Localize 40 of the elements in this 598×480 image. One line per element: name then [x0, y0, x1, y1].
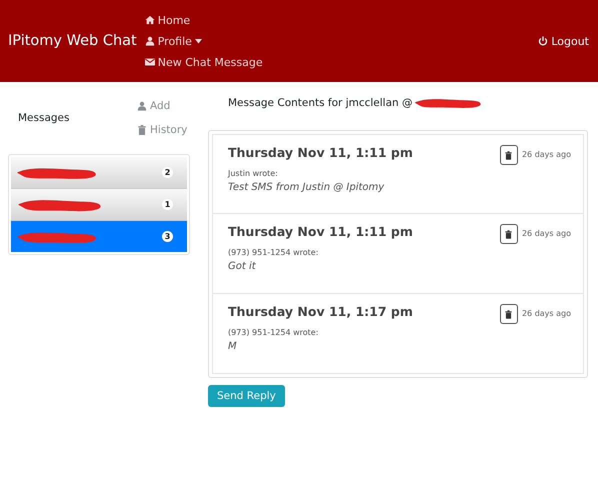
delete-button[interactable]	[500, 224, 518, 244]
conversation-item[interactable]: 3	[11, 221, 187, 252]
nav-link[interactable]: New Chat Message	[144, 56, 263, 68]
trash-icon	[505, 230, 512, 238]
messages-title: Messages	[17, 112, 70, 124]
trash-icon	[505, 310, 512, 318]
trash-icon	[505, 150, 512, 160]
message-date: Thursday Nov 11, 1:11 pm	[228, 224, 414, 239]
home-icon	[144, 15, 155, 25]
message-age: 26 days ago	[522, 309, 571, 318]
envelope-icon	[144, 57, 155, 67]
message-text: Test SMS from Justin @ Ipitomy	[228, 182, 386, 193]
conversation-item[interactable]: 2	[11, 157, 187, 189]
message-author: Justin wrote:	[228, 169, 279, 178]
delete-button[interactable]	[500, 145, 518, 165]
logout-link[interactable]: Logout	[538, 34, 589, 48]
trash-icon	[137, 125, 147, 135]
count-badge: 1	[162, 199, 173, 210]
power-icon	[538, 36, 548, 46]
message-date: Thursday Nov 11, 1:17 pm	[228, 304, 414, 319]
action-link[interactable]: History	[137, 124, 188, 136]
conversation-item[interactable]: 1	[11, 189, 187, 221]
contents-heading: Message Contents for jmcclellan @	[228, 97, 413, 109]
message-text: Got it	[228, 261, 257, 272]
nav-link[interactable]: Profile	[144, 34, 263, 48]
user-icon	[144, 36, 155, 46]
count-badge: 2	[162, 167, 173, 178]
message-age: 26 days ago	[522, 150, 571, 159]
delete-button[interactable]	[500, 304, 518, 324]
nav-link[interactable]: Home	[144, 14, 263, 26]
message-date: Thursday Nov 11, 1:11 pm	[228, 145, 414, 160]
count-badge: 3	[162, 231, 173, 242]
brand-title[interactable]: IPitomy Web Chat	[8, 33, 137, 49]
caret-icon	[194, 38, 202, 44]
message-text: M	[228, 341, 238, 352]
user-icon	[137, 101, 147, 111]
action-link[interactable]: Add	[137, 100, 188, 112]
message-author: (973) 951-1254 wrote:	[228, 328, 320, 337]
message-author: (973) 951-1254 wrote:	[228, 248, 320, 257]
message-age: 26 days ago	[522, 229, 571, 238]
